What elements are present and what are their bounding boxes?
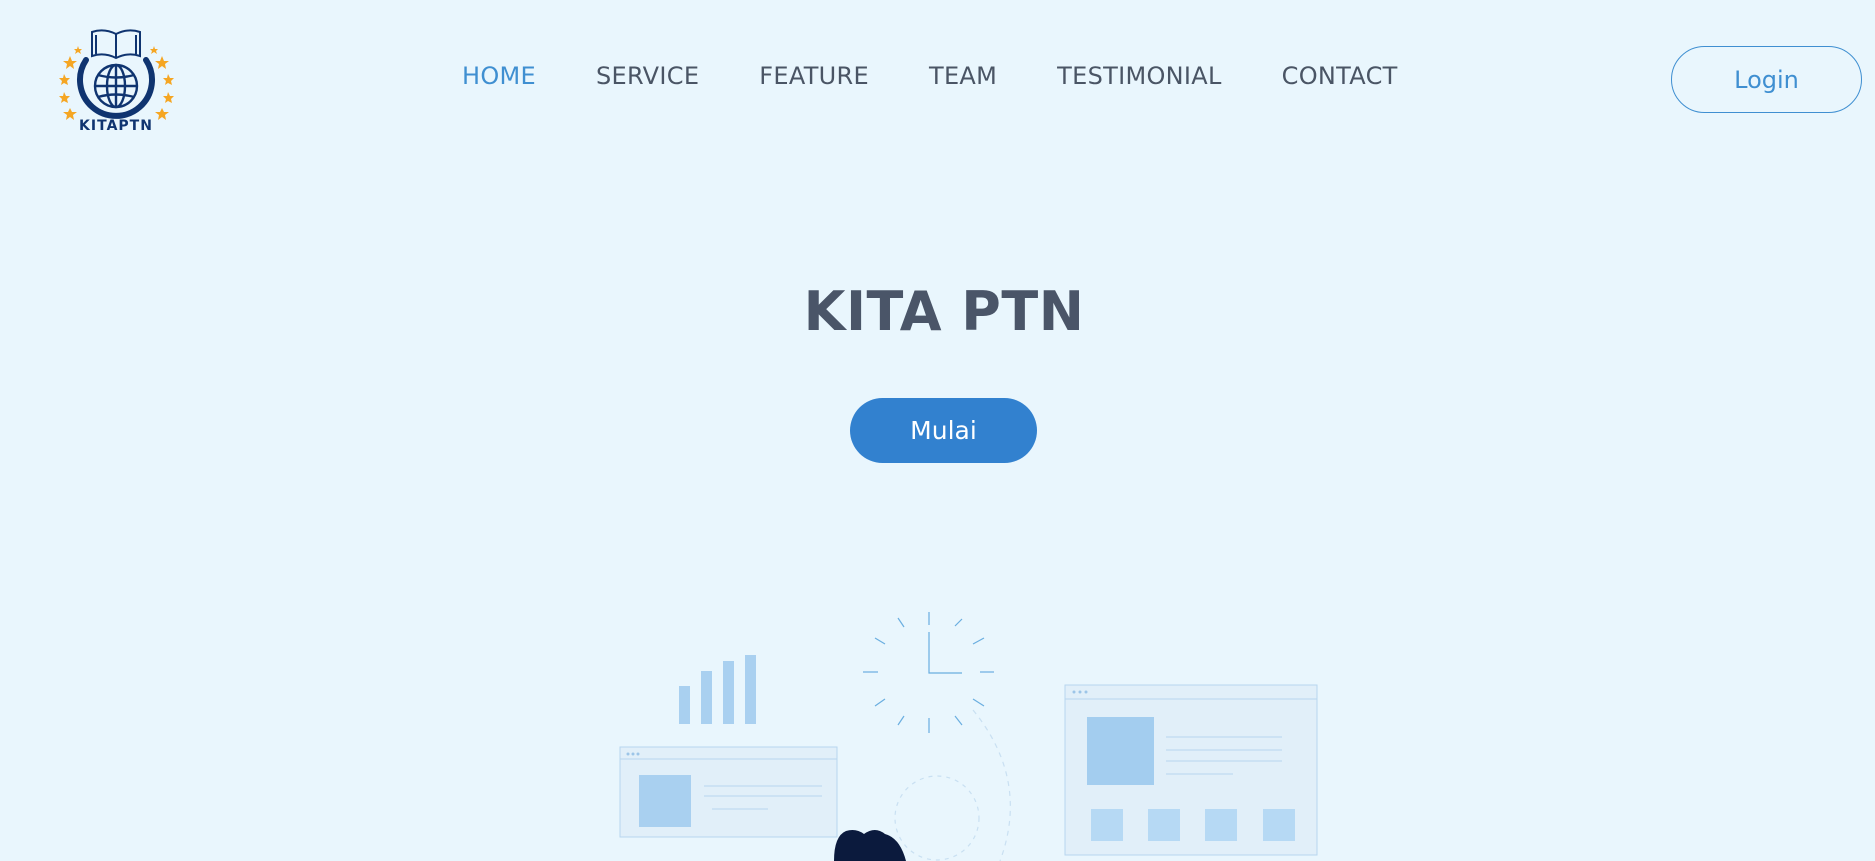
nav-testimonial[interactable]: TESTIMONIAL xyxy=(1057,62,1222,90)
hero-title: KITA PTN xyxy=(803,280,1085,343)
globe-icon xyxy=(93,63,139,109)
bar-chart-icon xyxy=(679,655,756,724)
browser-window-icon xyxy=(1064,684,1318,856)
logo[interactable]: KITAPTN xyxy=(56,26,176,146)
hero-illustration xyxy=(619,612,1318,861)
browser-window-icon xyxy=(619,746,838,838)
nav-home[interactable]: HOME xyxy=(462,62,536,90)
clock-icon xyxy=(863,612,994,733)
header: KITAPTN HOME SERVICE FEATURE TEAM TESTIM… xyxy=(0,0,1875,160)
book-icon xyxy=(91,29,141,60)
login-button[interactable]: Login xyxy=(1671,46,1862,113)
main-nav: HOME SERVICE FEATURE TEAM TESTIMONIAL CO… xyxy=(462,62,1458,90)
nav-feature[interactable]: FEATURE xyxy=(759,62,869,90)
nav-contact[interactable]: CONTACT xyxy=(1282,62,1398,90)
nav-team[interactable]: TEAM xyxy=(929,62,997,90)
person-figure xyxy=(834,830,906,861)
start-button[interactable]: Mulai xyxy=(850,398,1037,463)
logo-text: KITAPTN xyxy=(79,118,153,134)
logo-emblem xyxy=(59,29,174,120)
nav-service[interactable]: SERVICE xyxy=(596,62,699,90)
